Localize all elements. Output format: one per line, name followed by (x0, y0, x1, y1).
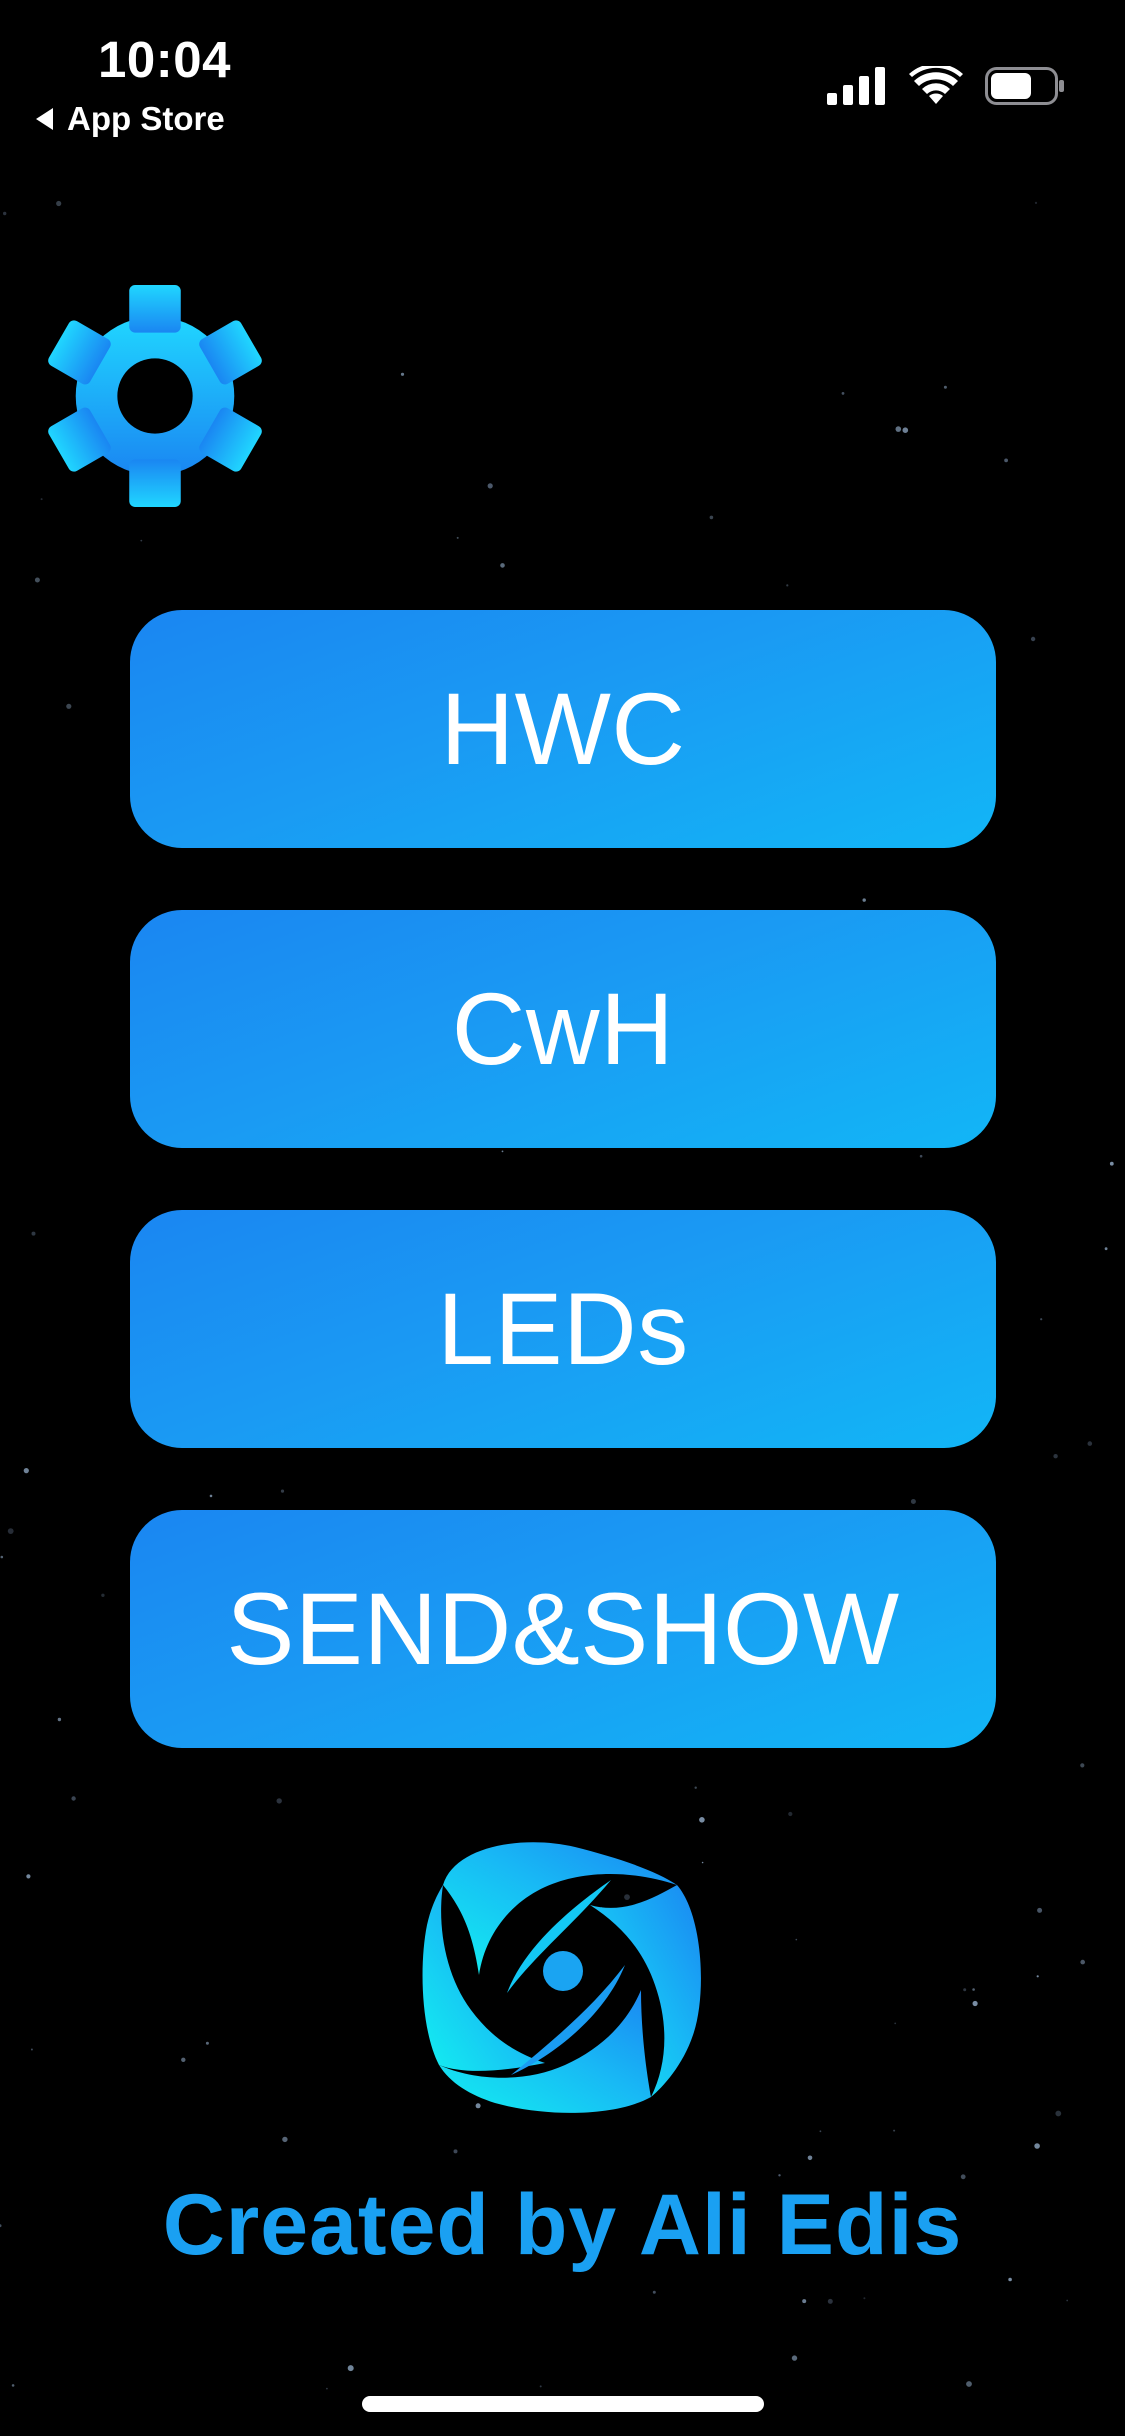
star (966, 2381, 972, 2387)
star (0, 1555, 4, 1559)
gear-icon[interactable] (46, 282, 264, 510)
star (1087, 1441, 1093, 1446)
star (894, 2022, 897, 2025)
star (802, 2299, 807, 2304)
star (943, 385, 947, 389)
star (819, 2130, 822, 2133)
star (30, 2048, 33, 2051)
star (487, 483, 493, 489)
star (788, 1811, 793, 1817)
star (1036, 1975, 1039, 1978)
star (11, 2384, 15, 2387)
star (347, 2365, 354, 2372)
back-arrow-icon (36, 108, 53, 130)
star (1040, 1318, 1043, 1321)
star (31, 1231, 36, 1236)
cellular-signal-icon (827, 67, 885, 105)
cwh-button[interactable]: CwH (130, 910, 996, 1148)
orbit-logo-icon (422, 1842, 701, 2113)
star (1008, 2277, 1012, 2282)
star (56, 200, 62, 207)
star (791, 2355, 798, 2361)
star (893, 2129, 896, 2132)
star (282, 2136, 288, 2143)
star (895, 426, 902, 432)
star (795, 1938, 798, 1941)
star (453, 2149, 458, 2154)
home-indicator[interactable] (362, 2396, 764, 2412)
star (1080, 1763, 1085, 1768)
back-to-app-store-link[interactable]: App Store (36, 100, 225, 138)
star (1030, 636, 1036, 642)
star (1034, 201, 1038, 204)
star (34, 577, 40, 583)
main-menu: HWC CwH LEDs SEND&SHOW (130, 610, 996, 1810)
star (181, 2057, 186, 2062)
send-and-show-button[interactable]: SEND&SHOW (130, 1510, 996, 1748)
star (326, 2387, 328, 2390)
star (827, 2298, 833, 2304)
back-label: App Store (67, 100, 225, 137)
star (786, 584, 789, 587)
star (40, 498, 43, 501)
star (963, 1988, 967, 1992)
star (709, 515, 714, 520)
star (1053, 1454, 1058, 1459)
star (972, 1988, 975, 1991)
star (1080, 1959, 1085, 1965)
star (539, 2385, 542, 2388)
star (1034, 2143, 1040, 2149)
star (23, 1468, 29, 1474)
star (807, 2155, 813, 2161)
star (140, 539, 143, 542)
star (66, 703, 72, 709)
star (71, 1796, 76, 1801)
battery-icon (985, 67, 1064, 105)
hwc-button[interactable]: HWC (130, 610, 996, 848)
star (456, 536, 459, 539)
star (652, 2290, 656, 2294)
star (1004, 458, 1008, 463)
star (841, 392, 845, 395)
star (1055, 2110, 1062, 2117)
star (26, 1874, 31, 1879)
star (972, 2000, 978, 2007)
star (101, 1593, 105, 1598)
creator-credit: Created by Ali Edis (162, 2177, 963, 2273)
wifi-icon (909, 66, 963, 104)
star (699, 1817, 705, 1823)
star (1066, 2299, 1069, 2302)
star (1104, 1247, 1108, 1251)
star (863, 2297, 866, 2300)
status-icons (827, 66, 1065, 106)
star (400, 372, 405, 376)
star (1109, 1161, 1114, 1166)
star (2, 211, 7, 216)
star (1037, 1907, 1043, 1913)
star (7, 1528, 14, 1534)
star (902, 427, 909, 434)
status-time: 10:04 (98, 31, 231, 88)
star (205, 2041, 209, 2045)
star (500, 563, 505, 568)
star (57, 1717, 62, 1722)
leds-button[interactable]: LEDs (130, 1210, 996, 1448)
